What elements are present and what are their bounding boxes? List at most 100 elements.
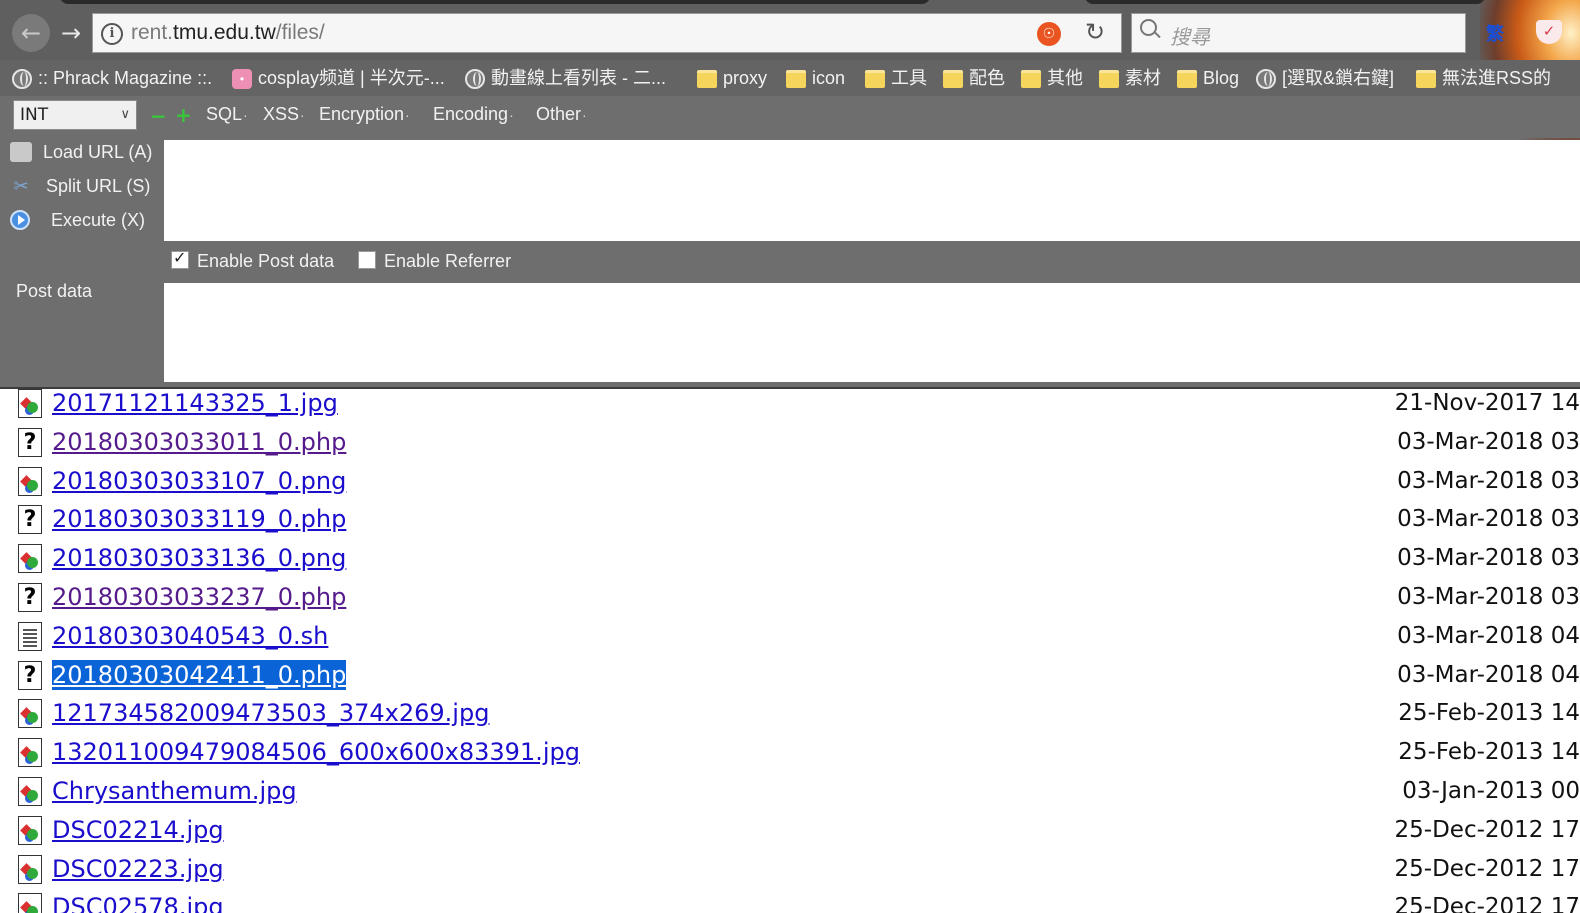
decrease-button[interactable]: −: [150, 104, 167, 128]
image-file-icon: [18, 738, 42, 768]
bookmark-item[interactable]: 配色: [943, 64, 1005, 92]
increase-button[interactable]: +: [175, 103, 192, 127]
bookmark-item[interactable]: [選取&鎖右鍵]: [1256, 64, 1394, 92]
file-row: 121734582009473503_374x269.jpg 25-Feb-201…: [0, 698, 1580, 737]
info-icon[interactable]: i: [101, 23, 123, 45]
file-date: 25-Feb-2013 14: [1398, 739, 1580, 766]
folder-icon: [1177, 70, 1197, 89]
translate-extension-icon[interactable]: 繁: [1486, 20, 1504, 46]
file-row: ? 20180303033237_0.php 03-Mar-2018 03: [0, 582, 1580, 621]
bookmark-label: 工具: [891, 68, 927, 88]
file-link[interactable]: 20180303033136_0.png: [52, 543, 346, 573]
split-url-label: Split URL (S): [46, 176, 151, 196]
url-textarea[interactable]: [164, 140, 1580, 241]
bookmark-item[interactable]: 素材: [1099, 64, 1161, 92]
load-url-button[interactable]: Load URL (A): [10, 137, 152, 167]
menu-sql[interactable]: SQL: [206, 104, 248, 125]
bookmark-item[interactable]: 無法進RSS的: [1416, 64, 1551, 92]
file-link[interactable]: 20180303033011_0.php: [52, 427, 346, 457]
bookmark-label: 其他: [1047, 68, 1083, 88]
file-link[interactable]: 20180303042411_0.php: [52, 659, 347, 690]
bookmark-item[interactable]: icon: [786, 64, 845, 92]
file-date: 03-Mar-2018 03: [1397, 467, 1580, 494]
address-bar[interactable]: i rent.tmu.edu.tw/files/ ☉ ↻: [92, 13, 1122, 53]
menu-encoding[interactable]: Encoding: [433, 104, 514, 125]
file-row: 20180303033136_0.png 03-Mar-2018 03: [0, 543, 1580, 582]
image-file-icon: [18, 544, 42, 574]
bookmark-item[interactable]: 其他: [1021, 64, 1083, 92]
image-file-icon: [18, 699, 42, 729]
bookmark-label: 配色: [969, 68, 1005, 88]
bookmark-item[interactable]: 工具: [865, 64, 927, 92]
file-link[interactable]: 121734582009473503_374x269.jpg: [52, 698, 489, 728]
file-date: 03-Mar-2018 04: [1397, 661, 1580, 688]
bookmark-item[interactable]: Blog: [1177, 64, 1239, 92]
search-icon: [1140, 19, 1157, 36]
ubuntu-icon[interactable]: ☉: [1037, 22, 1061, 46]
image-file-icon: [18, 777, 42, 806]
bookmark-item[interactable]: :: Phrack Magazine ::.: [12, 64, 212, 92]
image-file-icon: [18, 466, 42, 496]
file-link[interactable]: 20171121143325_1.jpg: [52, 389, 338, 418]
enable-post-checkbox[interactable]: Enable Post data: [171, 248, 335, 272]
execute-label: Execute (X): [51, 210, 146, 230]
enable-referrer-label: Enable Referrer: [384, 251, 512, 271]
play-icon: [10, 210, 30, 230]
reload-icon[interactable]: ↻: [1085, 18, 1105, 46]
file-link[interactable]: Chrysanthemum.jpg: [52, 776, 297, 806]
file-link[interactable]: DSC02214.jpg: [52, 815, 224, 845]
execute-button[interactable]: Execute (X): [10, 205, 145, 235]
globe-icon: [1256, 69, 1276, 90]
file-date: 03-Mar-2018 03: [1397, 428, 1580, 455]
load-url-label: Load URL (A): [43, 142, 153, 162]
enable-post-label: Enable Post data: [197, 251, 335, 271]
folder-icon: [1021, 70, 1041, 89]
type-select[interactable]: INT ∨: [13, 100, 137, 130]
bookmark-item[interactable]: 動畫線上看列表 - 二...: [465, 64, 666, 92]
enable-referrer-checkbox[interactable]: Enable Referrer: [358, 251, 511, 272]
image-file-icon: [18, 815, 42, 845]
file-row: ? 20180303033119_0.php 03-Mar-2018 03: [0, 504, 1580, 543]
image-file-icon: [18, 389, 42, 418]
menu-other[interactable]: Other: [536, 104, 587, 125]
bookmark-label: Blog: [1203, 68, 1240, 88]
bookmark-item[interactable]: proxy: [697, 64, 767, 92]
file-date: 25-Dec-2012 17: [1394, 855, 1580, 882]
forward-button[interactable]: →: [52, 14, 90, 52]
file-link[interactable]: 132011009479084506_600x600x83391.jpg: [52, 737, 580, 767]
menu-xss[interactable]: XSS: [263, 104, 305, 125]
file-link[interactable]: 20180303033119_0.php: [52, 504, 346, 534]
menu-encryption[interactable]: Encryption: [319, 104, 410, 125]
url-path: /files/: [275, 21, 325, 44]
file-link[interactable]: 20180303040543_0.sh: [52, 621, 328, 651]
bookmark-label: cosplay频道 | 半次元-...: [258, 68, 445, 88]
url-text[interactable]: rent.tmu.edu.tw/files/: [131, 21, 325, 45]
file-row: 20171121143325_1.jpg 21-Nov-2017 14: [0, 389, 1580, 427]
bookmark-label: 無法進RSS的: [1442, 68, 1552, 88]
bookmark-label: [選取&鎖右鍵]: [1282, 68, 1395, 88]
file-link[interactable]: DSC02578.jpg: [52, 892, 224, 913]
tab-strip-edge: [60, 0, 930, 4]
chevron-down-icon: ∨: [120, 107, 130, 122]
bookmark-label: :: Phrack Magazine ::.: [38, 68, 213, 88]
file-date: 25-Feb-2013 14: [1398, 700, 1580, 727]
back-button[interactable]: ←: [12, 14, 50, 52]
file-link[interactable]: 20180303033237_0.php: [52, 582, 346, 612]
split-url-button[interactable]: ✂ Split URL (S): [10, 171, 150, 201]
bookmark-label: 素材: [1125, 68, 1161, 88]
file-link[interactable]: DSC02223.jpg: [52, 854, 224, 884]
post-data-textarea[interactable]: [164, 283, 1580, 382]
hackbar-toolbar: INT ∨ − + SQL XSS Encryption Encoding Ot…: [0, 96, 1580, 138]
bookmark-item[interactable]: • cosplay频道 | 半次元-...: [232, 64, 445, 92]
file-row: 132011009479084506_600x600x83391.jpg 25-F…: [0, 737, 1580, 776]
file-link[interactable]: 20180303033107_0.png: [52, 466, 346, 496]
search-input[interactable]: 搜尋: [1131, 13, 1466, 53]
checkbox-checked[interactable]: [171, 248, 189, 269]
toolbar: ← → i rent.tmu.edu.tw/files/ ☉ ↻ 搜尋 繁 ✓: [0, 0, 1580, 150]
image-file-icon: [18, 854, 42, 884]
file-date: 03-Mar-2018 03: [1397, 584, 1580, 610]
checkbox-unchecked[interactable]: [358, 251, 376, 269]
file-date: 03-Jan-2013 00: [1402, 778, 1580, 804]
bookmark-label: icon: [812, 68, 846, 88]
text-file-icon: [18, 621, 42, 651]
